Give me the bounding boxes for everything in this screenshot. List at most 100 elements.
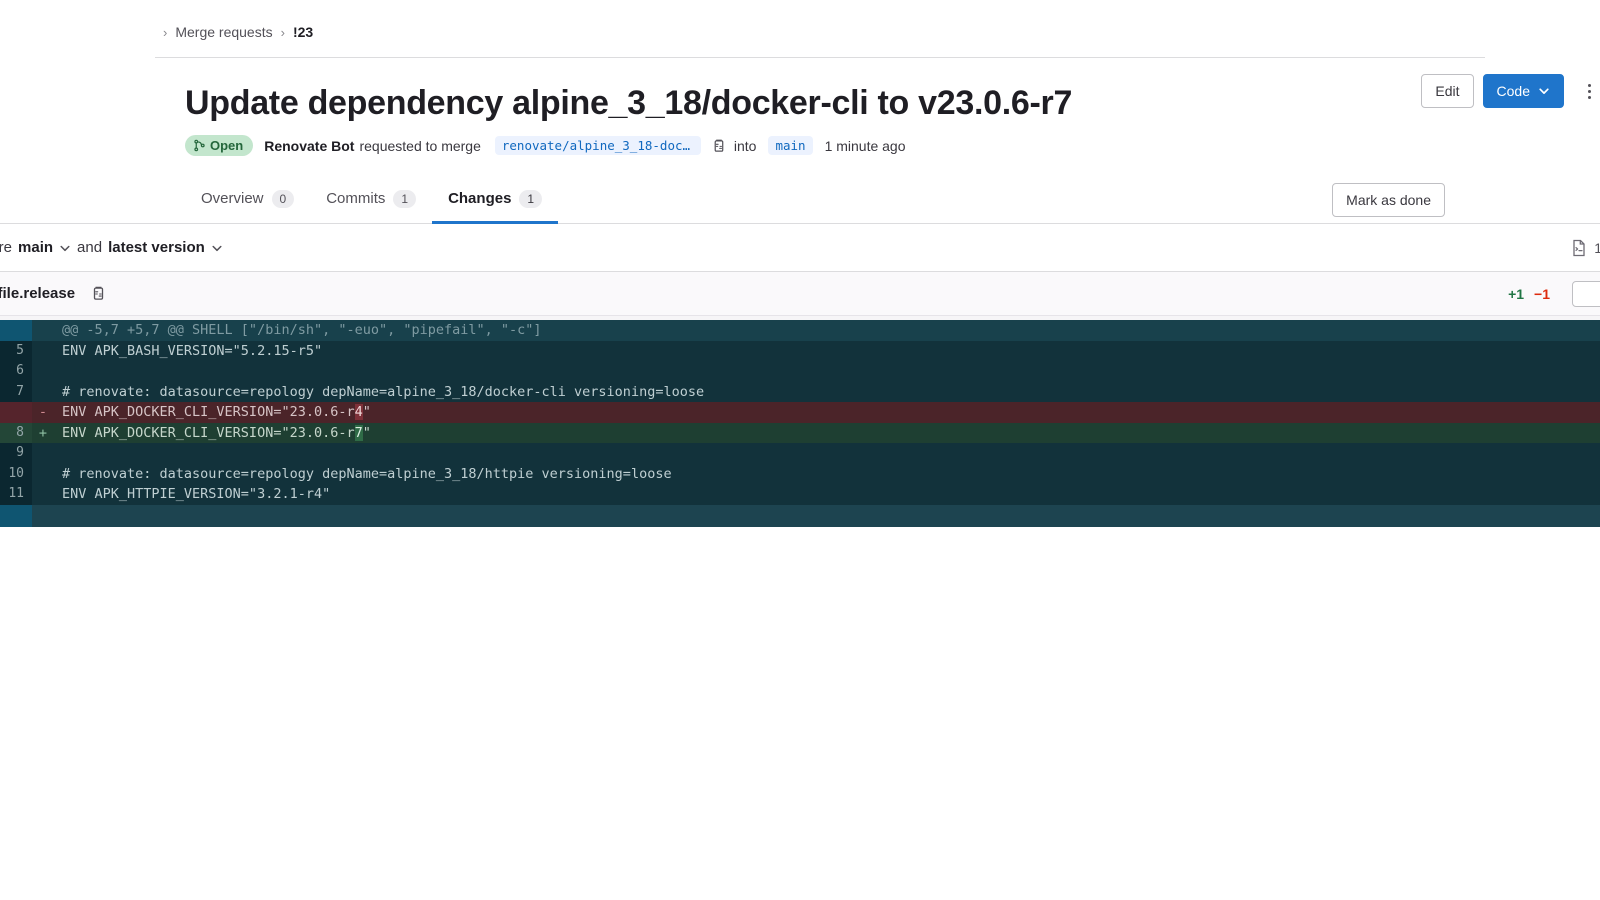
code-button-label: Code xyxy=(1496,83,1530,99)
diff-row-end xyxy=(0,504,1600,527)
tab-commits[interactable]: Commits 1 xyxy=(310,176,432,224)
diff-line-sign xyxy=(32,464,54,485)
diff-row-ctx: 6 xyxy=(0,361,1600,382)
tab-overview-label: Overview xyxy=(201,190,264,207)
diff-line-code: ENV APK_DOCKER_CLI_VERSION="23.0.6-r7" xyxy=(62,424,371,441)
tab-changes-label: Changes xyxy=(448,190,512,207)
diff-row-ctx: 7 # renovate: datasource=repology depName… xyxy=(0,381,1600,403)
diff-line-code xyxy=(54,505,1600,526)
merge-request-meta: Open Renovate Bot requested to merge ren… xyxy=(185,135,1445,156)
code-button[interactable]: Code xyxy=(1482,74,1564,108)
mark-as-done-button[interactable]: Mark as done xyxy=(1332,182,1445,217)
mark-as-done-wrap: Mark as done xyxy=(1332,176,1445,223)
diff-line-sign: + xyxy=(38,424,48,441)
file-icon xyxy=(1573,239,1585,256)
copy-icon[interactable] xyxy=(711,138,726,154)
diff-deletions-count: −1 xyxy=(1534,285,1550,302)
diff-line-sign xyxy=(32,320,54,341)
diff-line-sign xyxy=(32,361,54,382)
diff-line-number[interactable]: 8 xyxy=(0,422,32,443)
tab-overview-count: 0 xyxy=(271,189,295,208)
diff-row-ctx: 5 ENV APK_BASH_VERSION="5.2.15-r5" xyxy=(0,340,1600,362)
compare-target-dropdown[interactable]: latest version xyxy=(108,239,223,256)
diff-line-number[interactable]: 5 xyxy=(0,340,32,361)
mr-author[interactable]: Renovate Bot xyxy=(264,138,354,154)
kebab-menu-icon xyxy=(1587,83,1591,87)
diff-line-code xyxy=(54,443,1600,464)
diff-line-sign xyxy=(32,505,54,526)
diff-line-sign xyxy=(32,484,54,505)
chevron-down-icon xyxy=(212,245,222,251)
compare-source-label: main xyxy=(18,239,54,256)
diff-file-stats: +1 −1 xyxy=(1508,280,1600,307)
breadcrumb-item-current[interactable]: !23 xyxy=(293,24,313,40)
mr-timestamp: 1 minute ago xyxy=(824,137,906,154)
compare-source-dropdown[interactable]: main xyxy=(18,239,71,256)
compare-bar: pare main and latest version 1 xyxy=(0,224,1600,272)
page-title: Update dependency alpine_3_18/docker-cli… xyxy=(185,84,1073,122)
merge-request-header: Update dependency alpine_3_18/docker-cli… xyxy=(0,64,1600,156)
compare-prefix-label: pare xyxy=(0,239,13,256)
diff-additions-count: +1 xyxy=(1508,285,1525,302)
merge-request-tabs: Overview 0 Commits 1 Changes 1 Mark as d… xyxy=(0,176,1600,224)
diff-line-number[interactable]: 6 xyxy=(0,361,32,382)
diff-row-ctx: 10 # renovate: datasource=repology depNam… xyxy=(0,463,1600,485)
diff-viewer: @@ -5,7 +5,7 @@ SHELL ["/bin/sh", "-euo"… xyxy=(0,320,1600,527)
diff-line-code: ENV APK_BASH_VERSION="5.2.15-r5" xyxy=(62,342,323,359)
tab-changes-count: 1 xyxy=(519,189,543,208)
diff-line-number[interactable]: 7 xyxy=(0,381,32,402)
diff-line-code xyxy=(54,361,1600,382)
header-actions: Edit Code xyxy=(1421,74,1600,108)
diff-row-add: 8 + ENV APK_DOCKER_CLI_VERSION="23.0.6-r7" xyxy=(0,422,1600,443)
tab-overview[interactable]: Overview 0 xyxy=(185,176,310,224)
diff-inline-highlight: 4 xyxy=(354,404,363,420)
mr-action-text: requested to merge xyxy=(359,137,481,154)
diff-line-number[interactable] xyxy=(0,320,32,341)
diff-line-number[interactable]: 11 xyxy=(0,484,32,505)
diff-row-hunk: @@ -5,7 +5,7 @@ SHELL ["/bin/sh", "-euo"… xyxy=(0,320,1600,341)
status-badge: Open xyxy=(185,135,254,156)
chevron-down-icon xyxy=(1539,88,1549,94)
compare-and-label: and xyxy=(77,239,103,256)
tab-changes[interactable]: Changes 1 xyxy=(432,176,559,224)
breadcrumb-item-merge-requests[interactable]: Merge requests xyxy=(175,24,272,40)
tab-commits-count: 1 xyxy=(393,189,417,208)
diff-line-number[interactable] xyxy=(0,504,32,527)
diff-line-sign xyxy=(32,443,54,464)
diff-line-code: ENV APK_DOCKER_CLI_VERSION="23.0.6-r4" xyxy=(62,404,371,420)
breadcrumb-divider xyxy=(155,57,1485,58)
target-branch-chip[interactable]: main xyxy=(768,136,813,155)
compare-files-count-value: 1 xyxy=(1594,239,1600,256)
compare-controls: pare main and latest version xyxy=(0,239,223,256)
copy-icon[interactable] xyxy=(90,285,106,302)
diff-line-sign xyxy=(32,341,54,362)
diff-line-sign: - xyxy=(38,404,48,420)
diff-line-number[interactable] xyxy=(0,402,32,423)
breadcrumb: › Merge requests › !23 xyxy=(0,0,1600,64)
diff-inline-highlight: 7 xyxy=(354,424,363,441)
breadcrumb-separator-2: › xyxy=(280,24,285,40)
diff-line-code: ENV APK_HTTPIE_VERSION="3.2.1-r4" xyxy=(62,486,331,502)
compare-file-count: 1 xyxy=(1571,239,1600,257)
diff-file-header: kerfile.release +1 −1 xyxy=(0,272,1600,316)
diff-line-number[interactable]: 9 xyxy=(0,443,32,464)
diff-line-code: # renovate: datasource=repology depName=… xyxy=(62,383,705,400)
diff-line-sign xyxy=(32,382,54,403)
tab-commits-label: Commits xyxy=(326,190,386,207)
more-actions-button[interactable] xyxy=(1573,75,1600,107)
breadcrumb-separator: › xyxy=(163,24,168,40)
source-branch-chip[interactable]: renovate/alpine_3_18-docke… xyxy=(494,136,701,155)
compare-target-label: latest version xyxy=(108,239,205,256)
diff-row-del: - ENV APK_DOCKER_CLI_VERSION="23.0.6-r4" xyxy=(0,402,1600,423)
diff-line-code: @@ -5,7 +5,7 @@ SHELL ["/bin/sh", "-euo"… xyxy=(62,322,542,338)
mr-into-text: into xyxy=(733,137,757,154)
merge-request-icon xyxy=(194,139,205,152)
status-badge-label: Open xyxy=(210,138,244,153)
diff-file-name[interactable]: kerfile.release xyxy=(0,285,75,302)
diff-file-collapse-toggle[interactable] xyxy=(1572,280,1600,307)
diff-row-ctx: 11 ENV APK_HTTPIE_VERSION="3.2.1-r4" xyxy=(0,484,1600,505)
diff-line-code: # renovate: datasource=repology depName=… xyxy=(62,465,672,482)
diff-row-ctx: 9 xyxy=(0,443,1600,464)
edit-button[interactable]: Edit xyxy=(1421,74,1474,108)
diff-line-number[interactable]: 10 xyxy=(0,463,32,484)
